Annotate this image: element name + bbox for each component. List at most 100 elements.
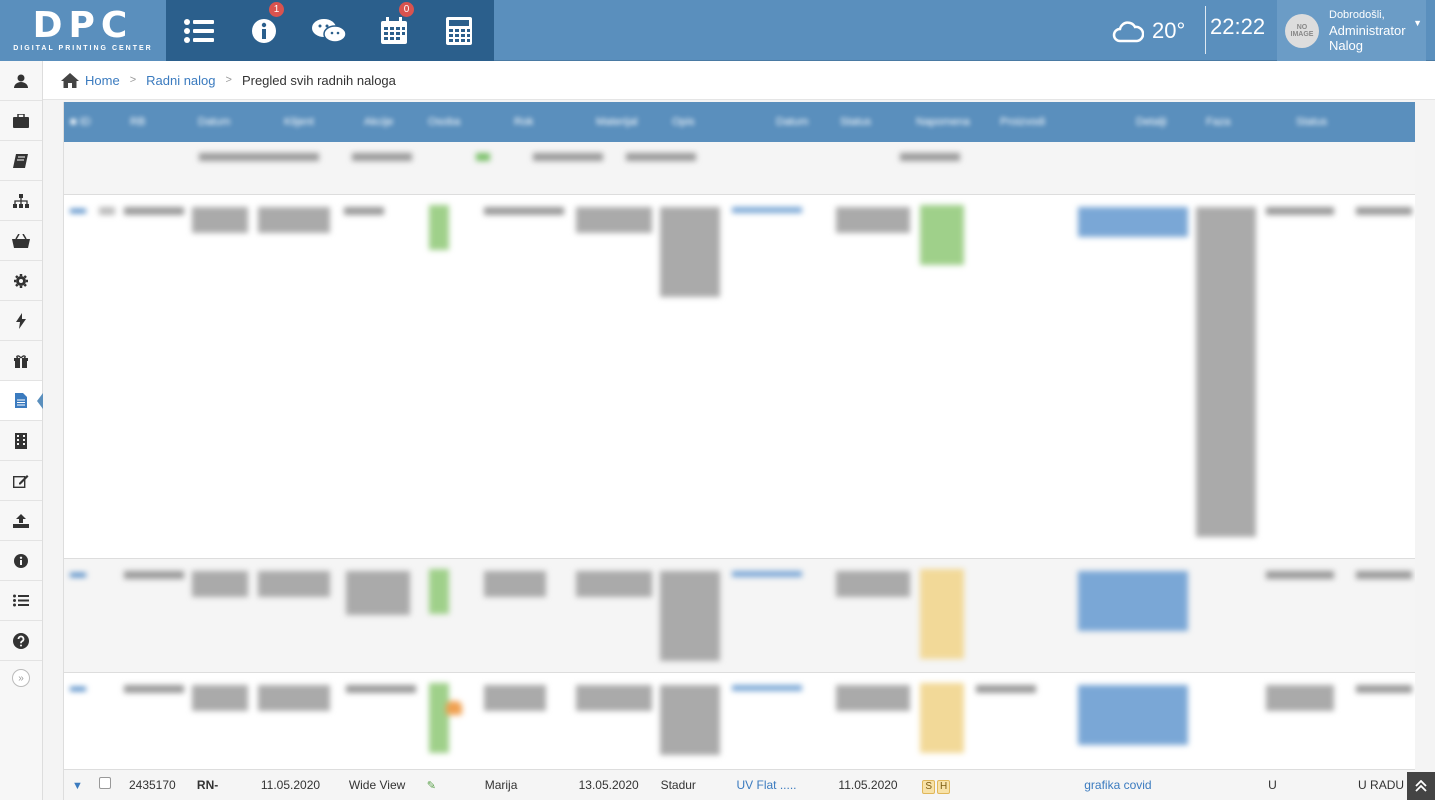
sidebar-item-basket[interactable] (0, 221, 42, 261)
cell-id: 2435170 (128, 778, 176, 792)
cell-materijal: Stadur (660, 778, 696, 792)
sidebar-item-edit[interactable] (0, 461, 42, 501)
breadcrumb-section-link[interactable]: Radni nalog (146, 73, 215, 88)
user-info: Dobrodošli, Administrator Nalog (1329, 8, 1406, 53)
column-header[interactable]: Napomena (910, 102, 994, 142)
table-row[interactable] (64, 142, 1415, 195)
sidebar-item-user[interactable] (0, 61, 42, 101)
chevron-right-icon: > (129, 74, 137, 86)
table-row[interactable] (64, 673, 1415, 770)
calendar-icon (380, 16, 407, 44)
column-header[interactable]: Osoba (422, 102, 508, 142)
logo-mark: DPC (32, 5, 134, 46)
cell-proizvod[interactable]: grafika covid (1079, 770, 1191, 800)
table-row[interactable] (64, 195, 1415, 559)
briefcase-icon (13, 113, 29, 128)
top-nav: 1 0 (166, 0, 494, 61)
calendar-badge: 0 (399, 2, 414, 17)
topnav-calculator-button[interactable] (426, 0, 491, 61)
brand-logo[interactable]: DPC DIGITAL PRINTING CENTER (0, 0, 166, 61)
chat-icon (311, 18, 347, 43)
sidebar-collapse-icon[interactable]: » (12, 669, 30, 687)
column-header[interactable]: Proizvodi (994, 102, 1130, 142)
table-row[interactable]: ▼ 2435170 RN- 11.05.2020 Wide View ✎ Mar… (64, 770, 1415, 800)
column-header[interactable]: RB (124, 102, 192, 142)
upload-icon (13, 513, 29, 528)
status-tag-s[interactable]: S (922, 780, 936, 794)
column-header[interactable]: Materijal (590, 102, 666, 142)
column-header[interactable]: Detalji (1130, 102, 1200, 142)
home-icon (61, 72, 79, 88)
topnav-list-button[interactable] (166, 0, 231, 61)
avatar: NO IMAGE (1285, 13, 1319, 48)
scroll-to-top-button[interactable] (1407, 772, 1435, 800)
row-expand[interactable]: ▼ (64, 770, 94, 800)
weather-widget: 20° (1112, 0, 1185, 61)
column-header[interactable]: Rok (508, 102, 590, 142)
table-row[interactable] (64, 559, 1415, 673)
sidebar-item-book[interactable] (0, 141, 42, 181)
sidebar-item-gift[interactable] (0, 341, 42, 381)
cell-opis[interactable]: UV Flat ..... (732, 770, 834, 800)
blurred-row-content (64, 195, 1415, 559)
user-greeting: Dobrodošli, (1329, 9, 1385, 21)
chevron-right-icon: > (225, 74, 232, 86)
info-icon (14, 553, 28, 568)
breadcrumb: Home > Radni nalog > Pregled svih radnih… (43, 61, 1435, 100)
cell-napomena (975, 770, 1079, 800)
cell-status-tags: SH (917, 770, 975, 800)
user-menu[interactable]: NO IMAGE Dobrodošli, Administrator Nalog… (1277, 0, 1426, 61)
column-header[interactable]: Status (1290, 102, 1346, 142)
sidebar-item-info[interactable] (0, 541, 42, 581)
sidebar-item-building[interactable] (0, 421, 42, 461)
user-name-line1: Administrator (1329, 23, 1406, 38)
blurred-row-content (64, 142, 1415, 195)
column-header[interactable]: Klijent (278, 102, 358, 142)
blurred-row-content (64, 559, 1415, 673)
chevron-down-icon[interactable]: ▼ (72, 780, 83, 792)
column-header[interactable]: ■ ID (64, 102, 124, 142)
sidebar-item-settings[interactable] (0, 261, 42, 301)
column-header[interactable]: Datum (770, 102, 834, 142)
column-header[interactable]: Status (834, 102, 910, 142)
gift-icon (14, 354, 28, 368)
topnav-chat-button[interactable] (296, 0, 361, 61)
cell-status: U RADU (1358, 778, 1405, 792)
topnav-info-button[interactable]: 1 (231, 0, 296, 61)
breadcrumb-home-link[interactable]: Home (85, 73, 120, 88)
info-badge: 1 (269, 2, 284, 17)
book-icon (13, 153, 28, 168)
sidebar-item-help[interactable] (0, 621, 42, 661)
column-header[interactable]: Datum (192, 102, 278, 142)
row-checkbox[interactable] (98, 777, 111, 789)
cell-osoba: Marija (484, 778, 518, 792)
info-icon (251, 18, 276, 43)
sidebar-item-bolt[interactable] (0, 301, 42, 341)
sidebar-item-documents[interactable] (0, 381, 43, 421)
sidebar-item-sitemap[interactable] (0, 181, 42, 221)
row-select[interactable] (94, 770, 124, 800)
document-icon (15, 393, 27, 408)
topnav-calendar-button[interactable]: 0 (361, 0, 426, 61)
clock: 22:22 (1210, 14, 1266, 39)
sidebar-item-upload[interactable] (0, 501, 42, 541)
gear-icon (14, 273, 28, 288)
table-header: ■ ID RB Datum Klijent Akcije Osoba Rok M… (64, 102, 1415, 142)
status-tag-h[interactable]: H (937, 780, 951, 794)
sidebar-item-briefcase[interactable] (0, 101, 42, 141)
column-header[interactable]: Akcije (358, 102, 422, 142)
sidebar: » (0, 61, 43, 800)
cell-datum: 11.05.2020 (260, 778, 321, 792)
pencil-icon[interactable]: ✎ (427, 780, 436, 792)
temperature: 20° (1152, 17, 1186, 43)
sitemap-icon (13, 193, 29, 208)
list-icon (13, 594, 29, 607)
column-header[interactable]: Faza (1200, 102, 1290, 142)
sidebar-item-list[interactable] (0, 581, 42, 621)
caret-down-icon: ▼ (1413, 18, 1422, 28)
double-chevron-up-icon (1415, 780, 1427, 792)
blurred-row-content (64, 673, 1415, 770)
basket-icon (12, 233, 30, 248)
column-header[interactable]: Opis (666, 102, 770, 142)
logo-subtitle: DIGITAL PRINTING CENTER (13, 45, 153, 52)
